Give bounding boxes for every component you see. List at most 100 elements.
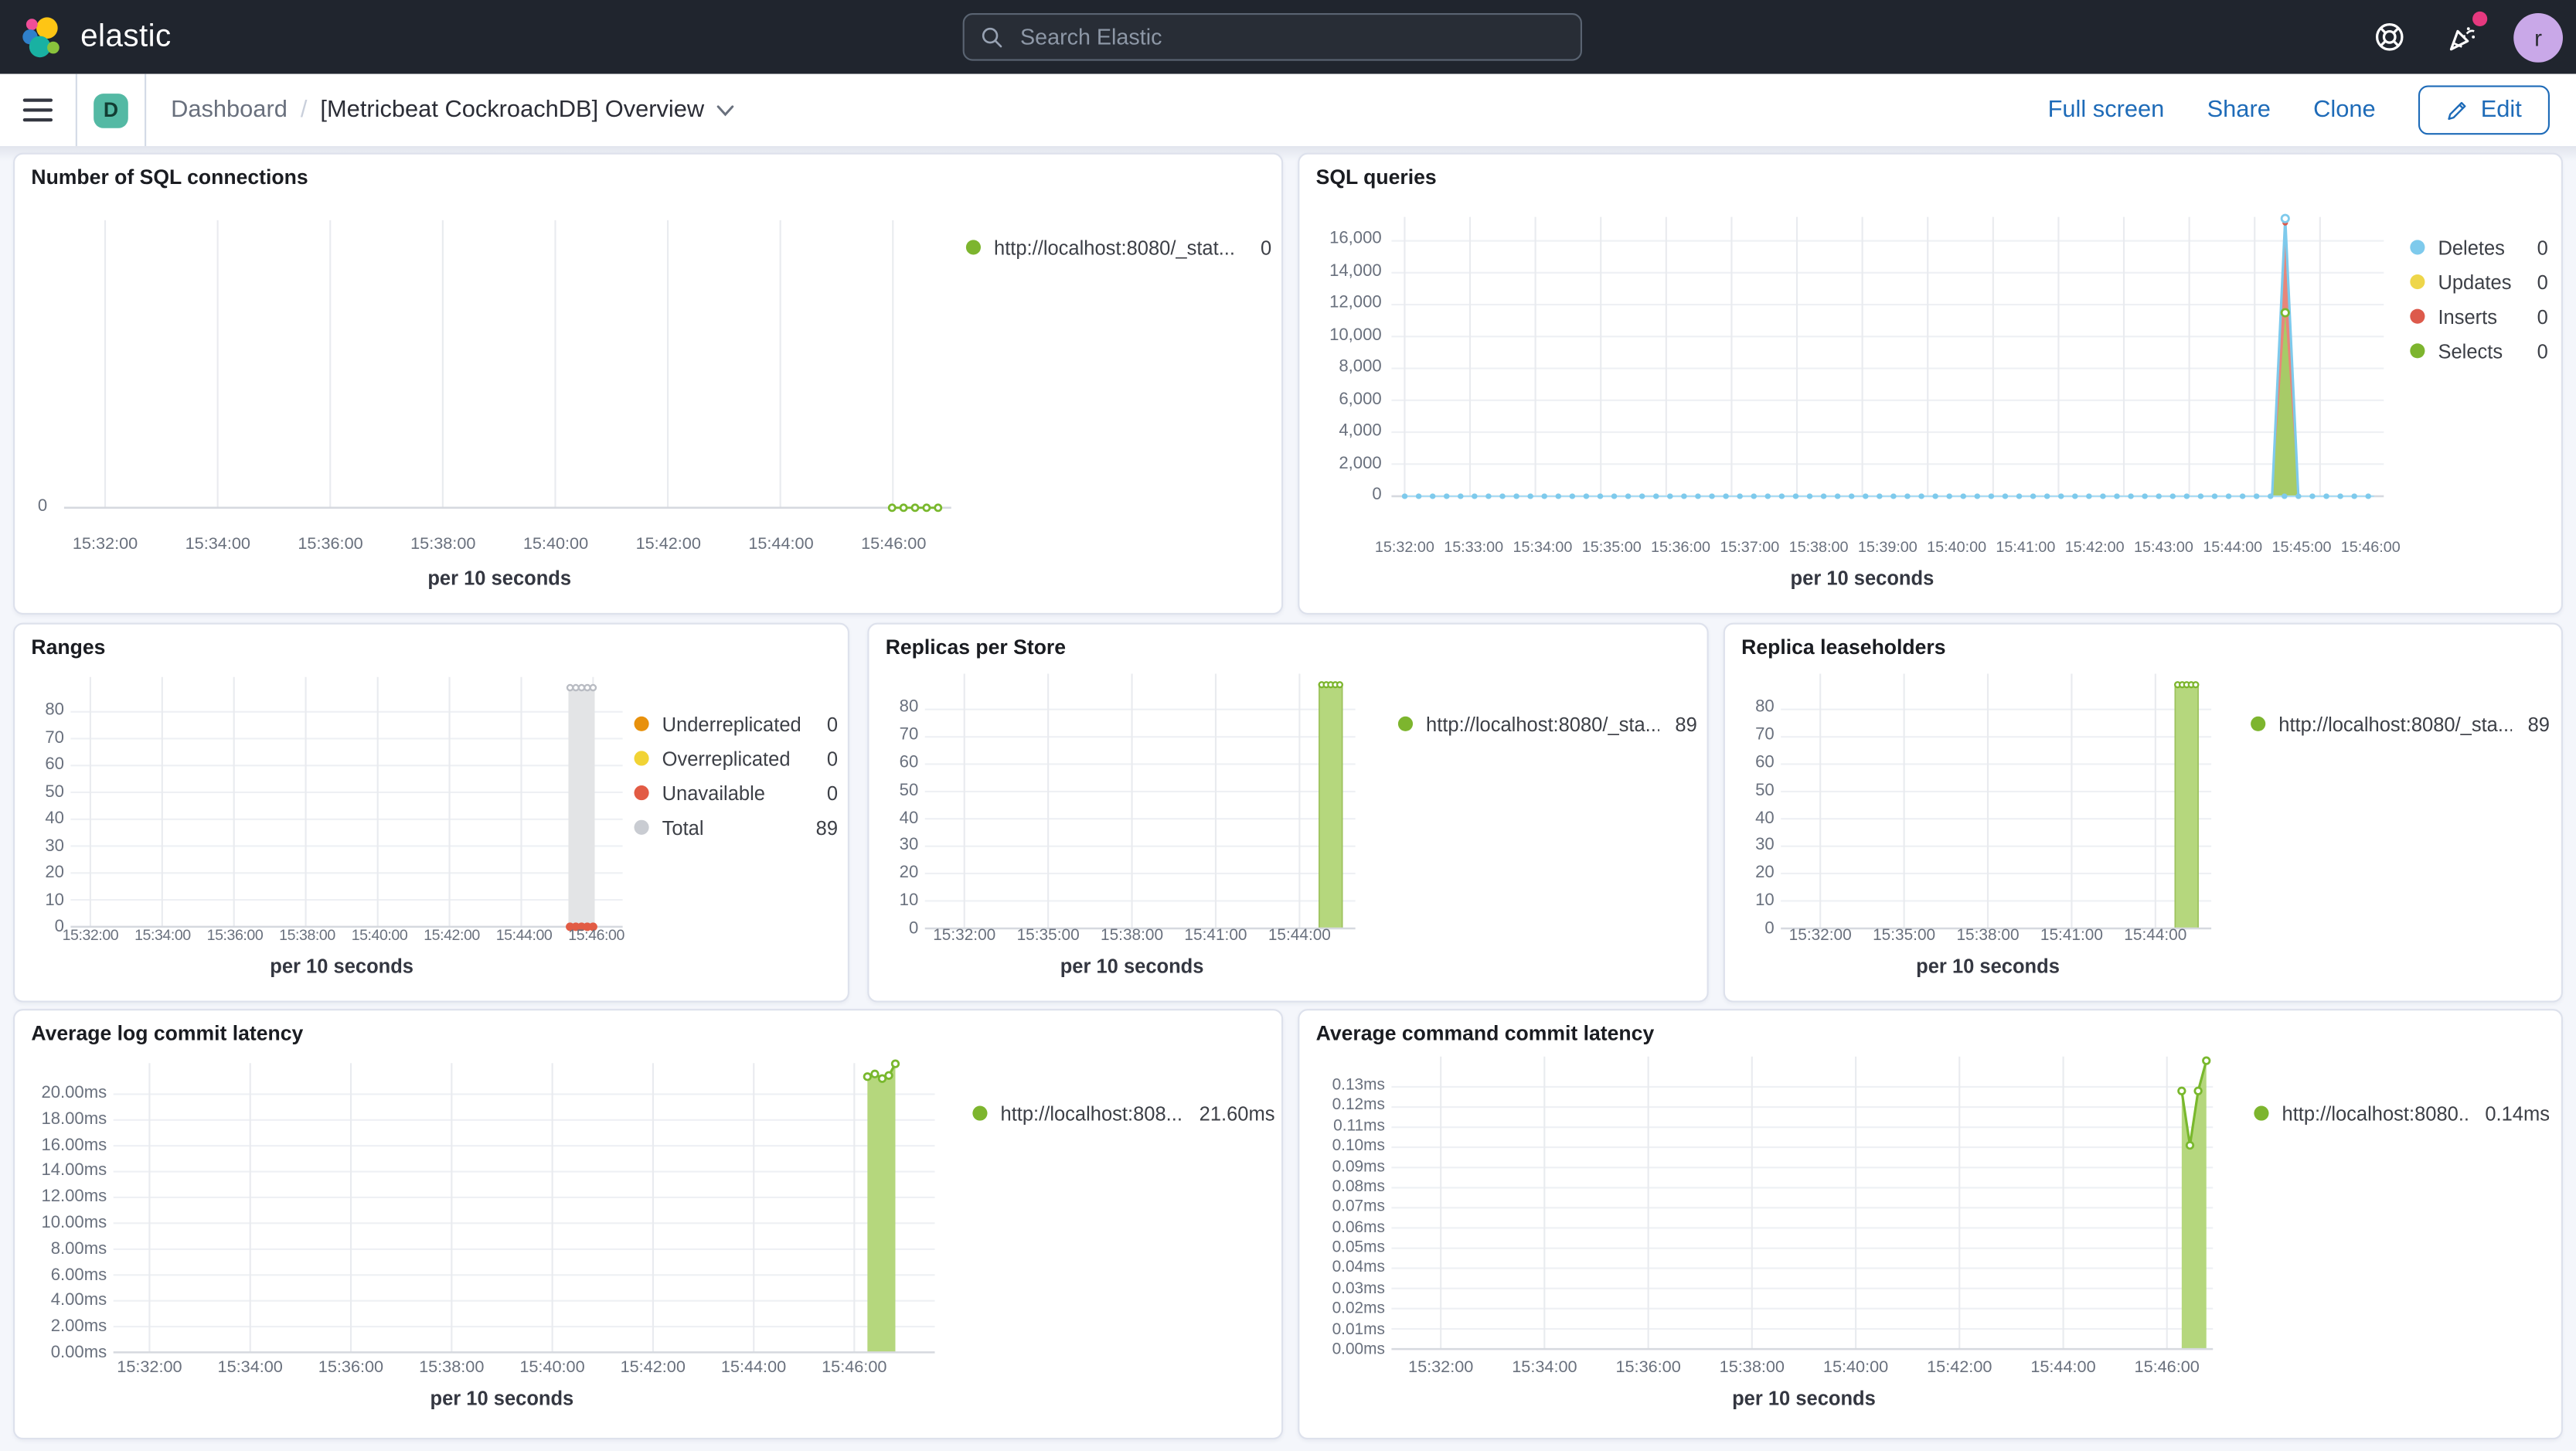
axis-tick: 0.07ms [1332,1198,1385,1217]
legend-value: 0 [826,747,839,770]
legend: http://localhost:8080... 0.14ms [2254,1096,2550,1131]
user-avatar[interactable]: r [2513,12,2563,62]
axis-tick: 0.08ms [1332,1177,1385,1197]
divider [75,73,77,147]
legend-item[interactable]: Unavailable 0 [634,775,838,810]
axis-tick: 15:32:00 [62,926,119,944]
x-axis: 15:32:00 15:35:00 15:38:00 15:41:00 15:44:00 [925,927,1339,945]
axis-tick: 20 [899,864,919,883]
legend-label: Total [662,816,704,840]
axis-tick: 80 [1755,698,1775,717]
share-link[interactable]: Share [2207,97,2271,123]
legend-item[interactable]: Inserts 0 [2410,299,2548,334]
breadcrumb-dashboard[interactable]: Dashboard [171,97,288,123]
clone-link[interactable]: Clone [2313,97,2376,123]
axis-tick: 0.12ms [1332,1096,1385,1115]
axis-tick: 15:44:00 [748,535,814,554]
axis-tick: 15:37:00 [1720,539,1780,556]
legend-item[interactable]: http://localhost:8080/_sta... 89 [1397,707,1697,741]
legend-item[interactable]: Deletes 0 [2410,230,2548,265]
legend: http://localhost:8080/_sta... 89 [2251,707,2550,741]
axis-tick: 80 [45,701,64,720]
panel-ranges: Ranges 80 70 60 50 40 30 20 10 0 15:32:0… [13,622,849,1003]
legend-item[interactable]: Underreplicated 0 [634,707,838,741]
dashboard-grid: Number of SQL connections 0 15:32:00 15:3… [0,146,2576,1451]
legend-value: 0 [2537,339,2548,363]
axis-tick: 0.05ms [1332,1238,1385,1258]
menu-button[interactable] [22,98,53,122]
legend-value: 0.14ms [2485,1102,2550,1126]
x-axis: 15:32:00 15:33:00 15:34:00 15:35:00 15:36:00… [1370,539,2401,556]
legend-item[interactable]: http://localhost:8080/_stat... 0 [965,230,1271,265]
global-search[interactable] [962,13,1582,61]
newsfeed-button[interactable] [2440,10,2488,60]
y-axis: 0.13ms 0.12ms 0.11ms 0.10ms 0.09ms 0.08ms 0.07… [1309,1076,1385,1359]
axis-tick: 20 [1755,864,1775,883]
x-axis: 15:32:00 15:34:00 15:36:00 15:38:00 15:40:00… [1400,1359,2208,1377]
axis-tick: 15:34:00 [1513,539,1573,556]
y-axis: 80 70 60 50 40 30 20 10 0 [22,702,64,937]
axis-tick: 15:44:00 [495,926,553,944]
legend-label: Unavailable [662,781,765,805]
axis-tick: 15:45:00 [2271,539,2332,556]
axis-tick: 15:38:00 [419,1358,485,1378]
legend-value: 89 [815,816,839,840]
legend: Underreplicated 0 Overreplicated 0 Unava… [634,707,838,845]
x-axis-title: per 10 seconds [1732,1387,1876,1410]
legend-value: 89 [1675,712,1697,736]
legend-dot [972,1105,988,1121]
legend-label: http://localhost:8080/_stat... [994,236,1235,259]
chevron-down-icon [716,104,733,116]
search-input[interactable] [1016,22,1564,51]
axis-tick: 15:32:00 [117,1358,182,1378]
panel-number-of-sql-connections: Number of SQL connections 0 15:32:00 15:3… [13,152,1284,615]
axis-tick: 15:46:00 [568,926,624,944]
legend-item[interactable]: http://localhost:808... 21.60ms [972,1096,1274,1131]
axis-tick: 15:32:00 [1788,926,1852,945]
axis-tick: 15:40:00 [522,535,589,554]
panel-average-log-commit-latency: Average log commit latency 20.00ms 18.00m… [13,1009,1284,1440]
axis-tick: 2.00ms [50,1318,107,1337]
axis-tick: 80 [899,698,919,717]
space-badge[interactable]: D [94,93,128,128]
axis-tick: 15:34:00 [134,926,191,944]
legend-dot [2254,1105,2269,1121]
axis-tick: 16,000 [1329,230,1382,248]
edit-button[interactable]: Edit [2418,85,2550,135]
legend-value: 0 [826,712,839,736]
legend-dot [2410,343,2425,359]
legend-item[interactable]: http://localhost:8080/_sta... 89 [2251,707,2550,741]
legend-item[interactable]: Overreplicated 0 [634,741,838,776]
legend-label: Updates [2438,270,2512,294]
axis-tick: 15:38:00 [1956,926,2020,945]
axis-tick: 30 [45,837,64,856]
axis-tick: 60 [45,755,64,775]
legend-item[interactable]: Total 89 [634,810,838,845]
panel-sql-queries: SQL queries 16,000 14,000 12,000 10,000 8,00… [1298,152,2563,615]
x-axis-title: per 10 seconds [1916,954,2060,978]
axis-tick: 0.04ms [1332,1259,1385,1278]
chart-canvas [1781,673,2212,930]
legend: http://localhost:8080/_stat... 0 [965,230,1271,265]
chart-canvas [70,676,623,932]
axis-tick: 40 [45,809,64,829]
full-screen-link[interactable]: Full screen [2048,97,2165,123]
x-axis: 15:32:00 15:34:00 15:36:00 15:38:00 15:40:00… [54,927,629,943]
axis-tick: 4.00ms [50,1292,107,1310]
axis-tick: 0.00ms [1332,1340,1385,1359]
elastic-logo[interactable]: elastic [22,15,172,58]
axis-tick: 15:32:00 [933,926,996,945]
legend-value: 0 [826,781,839,805]
page-title[interactable]: [Metricbeat CockroachDB] Overview [320,97,733,123]
legend-item[interactable]: Selects 0 [2410,334,2548,369]
axis-tick: 15:32:00 [72,535,138,554]
axis-tick: 15:46:00 [861,535,927,554]
legend-label: Deletes [2438,236,2505,259]
axis-tick: 15:38:00 [1788,539,1849,556]
legend-item[interactable]: http://localhost:8080... 0.14ms [2254,1096,2550,1131]
legend-dot [965,240,982,255]
axis-tick: 15:46:00 [822,1358,887,1378]
legend-label: http://localhost:8080/_sta... [1426,712,1659,736]
legend-item[interactable]: Updates 0 [2410,264,2548,299]
help-button[interactable] [2366,14,2412,60]
